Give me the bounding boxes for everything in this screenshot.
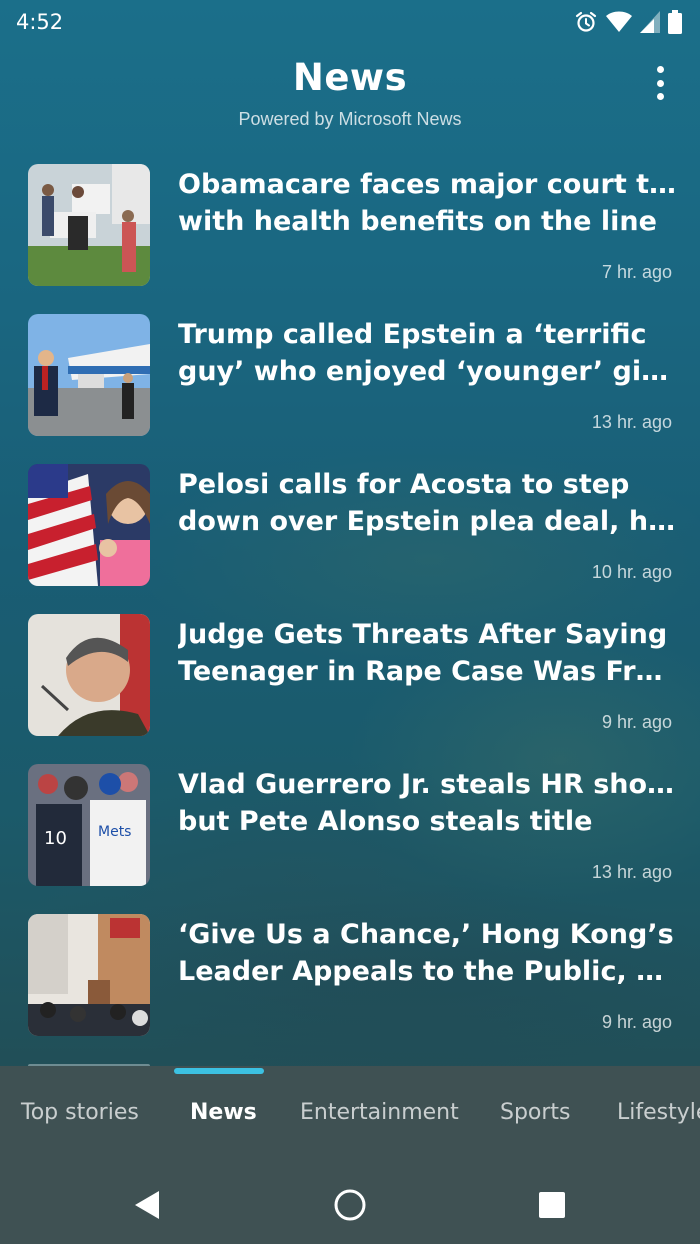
tab-lifestyle[interactable]: Lifestyle [617, 1100, 700, 1125]
flag-photo-thumbnail [28, 464, 150, 586]
news-list: Obamacare faces major court test with he… [0, 164, 700, 1064]
news-timestamp: 7 hr. ago [601, 262, 672, 282]
news-headline[interactable]: Trump called Epstein a ‘terrific guy’ wh… [178, 316, 678, 390]
news-timestamp: 9 hr. ago [601, 1012, 672, 1032]
news-headline[interactable]: ‘Give Us a Chance,’ Hong Kong’s Leader A… [178, 916, 678, 990]
news-item[interactable]: Pelosi calls for Acosta to step down ove… [0, 464, 700, 614]
home-button[interactable] [333, 1188, 367, 1222]
more-options-button[interactable] [650, 66, 670, 100]
news-item[interactable]: ‘Give Us a Chance,’ Hong Kong’s Leader A… [0, 914, 700, 1064]
airplane-photo-thumbnail [28, 314, 150, 436]
alarm-icon [575, 11, 597, 32]
battery-icon [668, 10, 682, 34]
home-icon [334, 1189, 366, 1221]
protest-photo-thumbnail [28, 164, 150, 286]
status-time: 4:52 [16, 10, 64, 34]
page-subtitle: Powered by Microsoft News [238, 109, 462, 129]
system-navigation-bar [0, 1162, 700, 1244]
portrait-photo-thumbnail [28, 614, 150, 736]
news-headline[interactable]: Vlad Guerrero Jr. steals HR show, but Pe… [178, 766, 678, 840]
svg-text:Mets: Mets [98, 824, 131, 840]
svg-text:10: 10 [44, 828, 67, 849]
recents-icon [539, 1192, 565, 1218]
tab-entertainment[interactable]: Entertainment [300, 1100, 459, 1125]
news-item[interactable]: Obamacare faces major court test with he… [0, 164, 700, 314]
status-bar: 4:52 [0, 0, 700, 44]
news-timestamp: 13 hr. ago [591, 412, 672, 432]
tab-top-stories[interactable]: Top stories [21, 1100, 139, 1125]
news-item[interactable]: 10 Mets Vlad Guerrero Jr. steals HR show… [0, 764, 700, 914]
news-item[interactable]: Trump called Epstein a ‘terrific guy’ wh… [0, 314, 700, 464]
press-conference-photo-thumbnail [28, 914, 150, 1036]
tab-sports[interactable]: Sports [500, 1100, 571, 1125]
news-headline[interactable]: Judge Gets Threats After Saying Teenager… [178, 616, 678, 690]
category-tab-bar: Top stories News Entertainment Sports Li… [0, 1066, 700, 1162]
news-headline[interactable]: Obamacare faces major court test with he… [178, 166, 678, 240]
app-header: News Powered by Microsoft News [0, 56, 700, 130]
signal-icon [640, 11, 660, 33]
recents-button[interactable] [535, 1188, 569, 1222]
baseball-photo-thumbnail: 10 Mets [28, 764, 150, 886]
more-vert-icon [656, 66, 664, 73]
back-button[interactable] [130, 1188, 164, 1222]
wifi-icon [606, 11, 632, 32]
news-timestamp: 9 hr. ago [601, 712, 672, 732]
news-headline[interactable]: Pelosi calls for Acosta to step down ove… [178, 466, 678, 540]
news-timestamp: 13 hr. ago [591, 862, 672, 882]
news-timestamp: 10 hr. ago [591, 562, 672, 582]
tab-news[interactable]: News [190, 1100, 257, 1125]
back-icon [135, 1191, 159, 1219]
news-item[interactable]: Judge Gets Threats After Saying Teenager… [0, 614, 700, 764]
status-icons [574, 10, 682, 34]
active-tab-indicator [174, 1068, 264, 1074]
page-title: News [292, 56, 408, 99]
